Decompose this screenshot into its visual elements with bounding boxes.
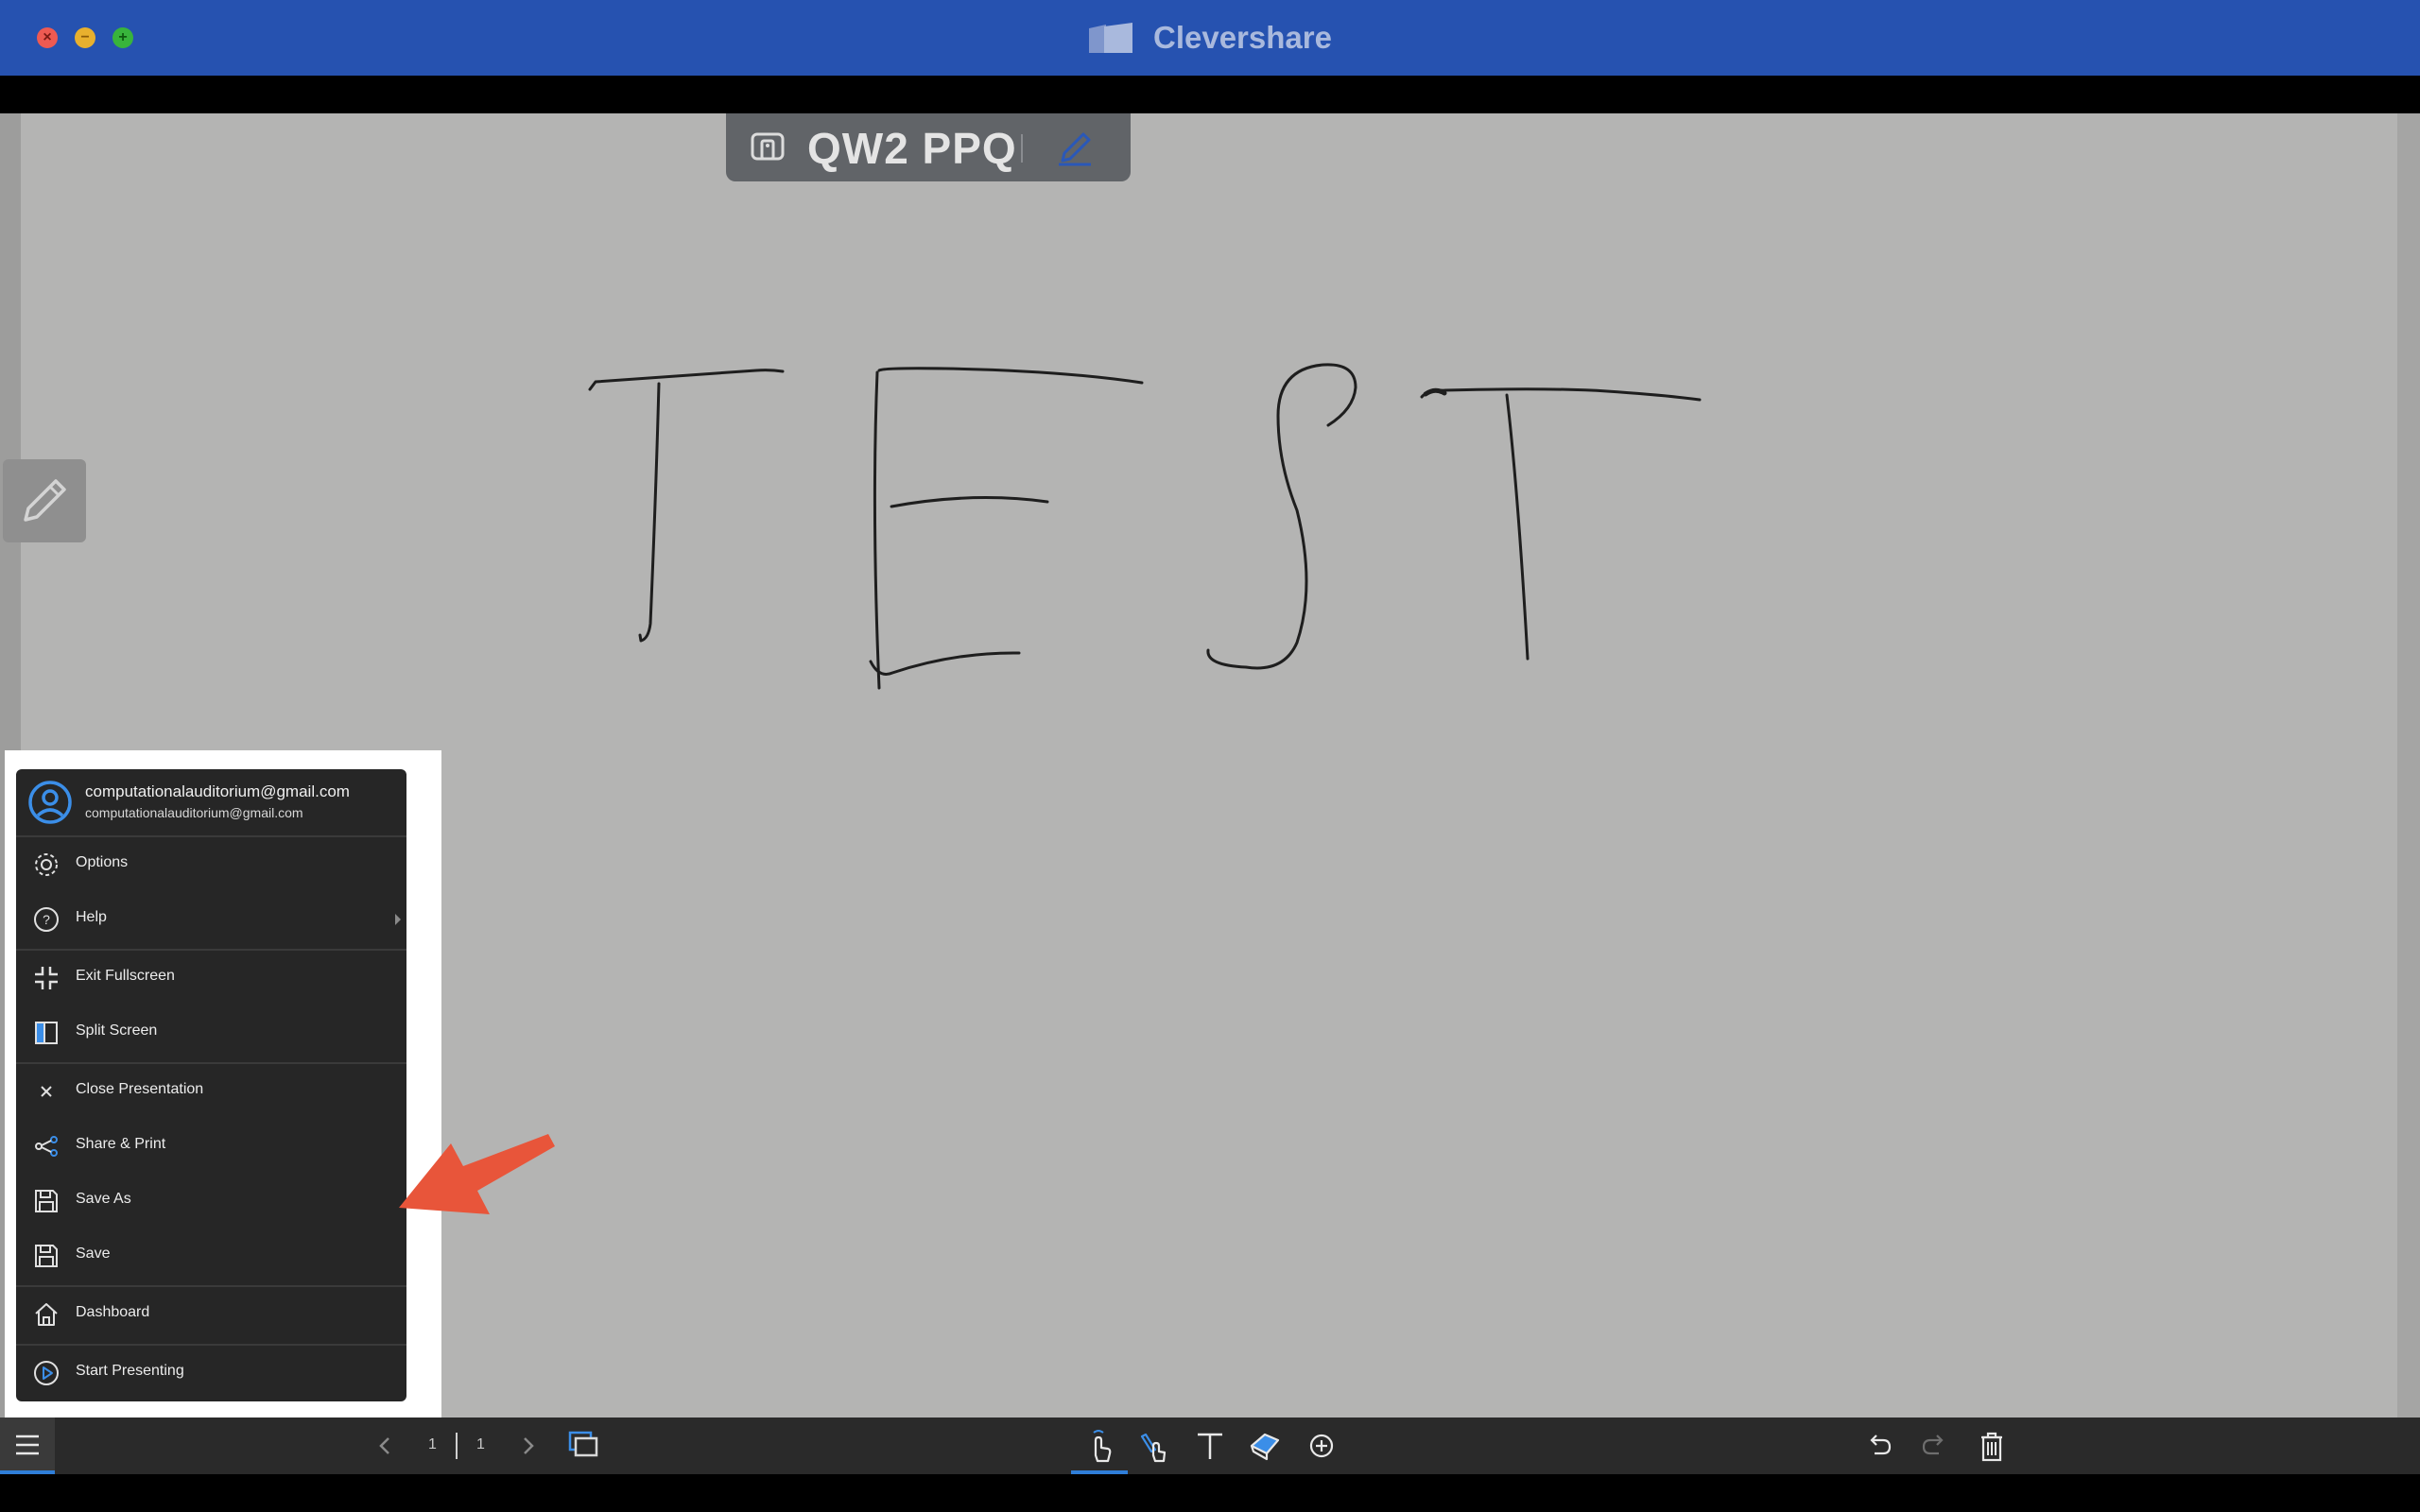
exit-fullscreen-icon <box>35 967 58 989</box>
add-icon[interactable] <box>1303 1427 1340 1465</box>
stroke-e-mid <box>890 496 1049 508</box>
menu-item-label: Save As <box>76 1191 131 1207</box>
menu-item-close-presentation[interactable]: Close Presentation <box>16 1064 406 1119</box>
hamburger-icon <box>16 1435 39 1455</box>
pen-tool-icon[interactable] <box>1134 1427 1172 1465</box>
save-as-icon <box>35 1190 58 1212</box>
stroke-t1-stem <box>638 382 661 643</box>
redo-icon[interactable] <box>1915 1427 1953 1465</box>
menu-item-dashboard[interactable]: Dashboard <box>16 1287 406 1342</box>
menu-item-split-screen[interactable]: Split Screen <box>16 1005 406 1060</box>
next-page-icon[interactable] <box>514 1432 543 1460</box>
annotate-pen-icon[interactable] <box>1051 125 1098 172</box>
menu-item-label: Save <box>76 1246 111 1262</box>
stroke-e-top <box>877 367 1144 385</box>
menu-item-label: Dashboard <box>76 1304 150 1320</box>
submenu-arrow-icon <box>395 914 401 925</box>
room-code-badge[interactable]: QW2 PPQ <box>726 113 1131 181</box>
menu-item-exit-fullscreen[interactable]: Exit Fullscreen <box>16 951 406 1005</box>
home-icon <box>35 1303 58 1326</box>
user-email: computationalauditorium@gmail.com <box>85 805 303 820</box>
stroke-t1-bar <box>588 369 785 391</box>
menu-item-help[interactable]: ? Help <box>16 892 406 947</box>
stroke-t2-blob <box>1423 387 1447 397</box>
stroke-t2-stem <box>1505 393 1530 661</box>
menu-item-options[interactable]: Options <box>16 837 406 892</box>
stroke-e-stem <box>873 370 881 690</box>
menu-button[interactable] <box>0 1418 55 1474</box>
undo-icon[interactable] <box>1860 1427 1898 1465</box>
previous-page-icon[interactable] <box>371 1432 399 1460</box>
split-screen-icon <box>35 1022 58 1044</box>
menu-item-label: Help <box>76 909 107 925</box>
badge-divider <box>1021 134 1023 163</box>
cast-screen-icon <box>751 132 785 161</box>
menu-item-label: Share & Print <box>76 1136 166 1152</box>
user-name: computationalauditorium@gmail.com <box>85 782 350 800</box>
menu-item-save[interactable]: Save <box>16 1228 406 1283</box>
trash-icon[interactable] <box>1973 1427 2011 1465</box>
menu-item-label: Close Presentation <box>76 1081 204 1097</box>
pages-overview-icon[interactable] <box>565 1427 603 1465</box>
main-menu: computationalauditorium@gmail.com comput… <box>16 769 406 1401</box>
menu-item-start-presenting[interactable]: Start Presenting <box>16 1346 406 1400</box>
total-page-number: 1 <box>476 1436 485 1452</box>
bottom-toolbar: 1 1 <box>0 1418 2420 1474</box>
menu-item-label: Start Presenting <box>76 1363 184 1379</box>
stroke-e-bottom <box>869 651 1021 676</box>
current-page-number: 1 <box>428 1436 437 1452</box>
window-bottom-border <box>0 1474 2420 1512</box>
menu-item-label: Exit Fullscreen <box>76 968 175 984</box>
stroke-t2-bar <box>1420 387 1702 402</box>
close-icon <box>41 1086 52 1097</box>
eraser-tool-icon[interactable] <box>1246 1427 1284 1465</box>
menu-item-label: Options <box>76 854 129 870</box>
menu-item-save-as[interactable]: Save As <box>16 1174 406 1228</box>
touch-tool-icon[interactable] <box>1080 1427 1118 1465</box>
menu-item-label: Split Screen <box>76 1022 158 1039</box>
text-tool-icon[interactable] <box>1191 1427 1229 1465</box>
menu-item-share-print[interactable]: Share & Print <box>16 1119 406 1174</box>
page-separator <box>456 1433 458 1459</box>
room-code: QW2 PPQ <box>807 124 1017 173</box>
gear-icon <box>35 853 58 876</box>
floating-pen-button[interactable] <box>3 459 86 542</box>
help-icon: ? <box>34 907 59 932</box>
stroke-s <box>1206 363 1357 670</box>
save-icon <box>35 1245 58 1267</box>
pencil-icon <box>24 479 66 522</box>
user-account-header[interactable]: computationalauditorium@gmail.com comput… <box>16 769 406 837</box>
svg-text:?: ? <box>43 912 50 927</box>
play-icon <box>34 1361 59 1385</box>
share-icon <box>35 1136 58 1157</box>
user-avatar-icon <box>28 781 72 824</box>
